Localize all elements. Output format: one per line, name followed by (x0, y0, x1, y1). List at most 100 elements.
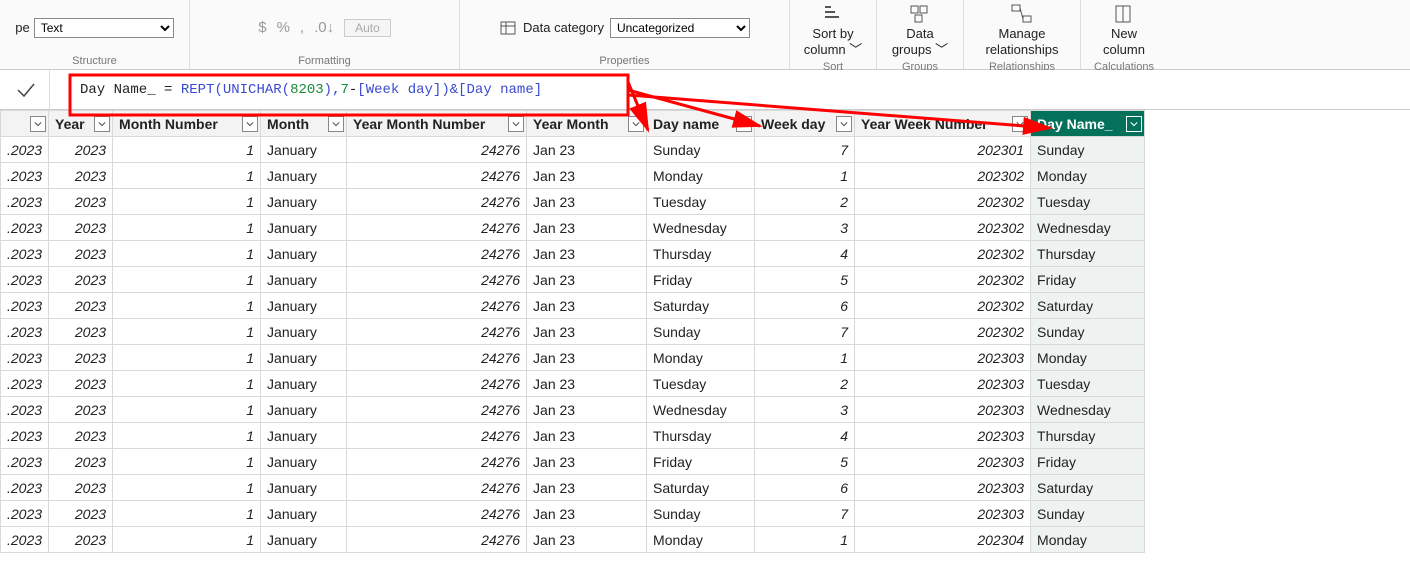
table-cell[interactable]: Jan 23 (527, 319, 647, 345)
table-cell[interactable]: 202303 (855, 475, 1031, 501)
table-cell[interactable]: 202303 (855, 345, 1031, 371)
table-cell[interactable]: Friday (1031, 449, 1145, 475)
table-cell[interactable]: 202302 (855, 267, 1031, 293)
table-cell[interactable]: 202302 (855, 293, 1031, 319)
table-cell[interactable]: January (261, 501, 347, 527)
table-cell[interactable]: 2023 (49, 163, 113, 189)
table-cell[interactable]: 1 (113, 501, 261, 527)
table-cell[interactable]: Jan 23 (527, 215, 647, 241)
table-cell[interactable]: 202304 (855, 527, 1031, 553)
table-cell[interactable]: Wednesday (647, 397, 755, 423)
table-cell[interactable]: 24276 (347, 293, 527, 319)
table-cell[interactable]: January (261, 423, 347, 449)
table-cell[interactable]: 2023 (49, 241, 113, 267)
table-cell[interactable]: January (261, 267, 347, 293)
table-cell[interactable]: January (261, 475, 347, 501)
filter-dropdown-button[interactable] (1126, 116, 1142, 132)
table-cell[interactable]: Sunday (647, 137, 755, 163)
filter-dropdown-button[interactable] (94, 116, 110, 132)
table-cell[interactable]: 202303 (855, 397, 1031, 423)
table-cell[interactable]: 1 (113, 449, 261, 475)
table-cell[interactable]: Monday (647, 345, 755, 371)
table-cell[interactable]: .2023 (1, 241, 49, 267)
commit-formula-button[interactable] (2, 70, 50, 109)
table-cell[interactable]: 202302 (855, 215, 1031, 241)
table-cell[interactable]: Thursday (647, 423, 755, 449)
table-cell[interactable]: 3 (755, 397, 855, 423)
table-cell[interactable]: Jan 23 (527, 423, 647, 449)
table-cell[interactable]: Monday (1031, 527, 1145, 553)
table-cell[interactable]: 24276 (347, 501, 527, 527)
filter-dropdown-button[interactable] (736, 116, 752, 132)
percent-icon[interactable]: % (277, 19, 290, 36)
table-row[interactable]: .202320231January24276Jan 23Saturday6202… (1, 475, 1145, 501)
table-cell[interactable]: Tuesday (1031, 371, 1145, 397)
table-cell[interactable]: 24276 (347, 189, 527, 215)
manage-relationships-button[interactable]: Managerelationships (972, 2, 1072, 59)
table-cell[interactable]: .2023 (1, 293, 49, 319)
table-cell[interactable]: .2023 (1, 501, 49, 527)
table-cell[interactable]: Saturday (647, 293, 755, 319)
table-cell[interactable]: 202303 (855, 423, 1031, 449)
table-cell[interactable]: Jan 23 (527, 189, 647, 215)
data-category-select[interactable]: Uncategorized (610, 18, 750, 38)
table-cell[interactable]: Tuesday (647, 371, 755, 397)
table-cell[interactable]: January (261, 319, 347, 345)
table-cell[interactable]: Sunday (647, 501, 755, 527)
table-cell[interactable]: Tuesday (647, 189, 755, 215)
table-cell[interactable]: .2023 (1, 215, 49, 241)
table-cell[interactable]: 6 (755, 293, 855, 319)
table-cell[interactable]: Monday (1031, 345, 1145, 371)
table-cell[interactable]: .2023 (1, 163, 49, 189)
table-cell[interactable]: 1 (113, 189, 261, 215)
table-cell[interactable]: 202303 (855, 371, 1031, 397)
table-cell[interactable]: 24276 (347, 215, 527, 241)
table-row[interactable]: .202320231January24276Jan 23Sunday720230… (1, 501, 1145, 527)
table-cell[interactable]: Wednesday (1031, 215, 1145, 241)
table-cell[interactable]: Thursday (1031, 241, 1145, 267)
filter-dropdown-button[interactable] (30, 116, 46, 132)
filter-dropdown-button[interactable] (836, 116, 852, 132)
table-cell[interactable]: 202303 (855, 449, 1031, 475)
table-cell[interactable]: 24276 (347, 345, 527, 371)
table-cell[interactable]: 24276 (347, 527, 527, 553)
sort-by-column-button[interactable]: Sort bycolumn ﹀ (798, 2, 868, 59)
table-cell[interactable]: 2023 (49, 501, 113, 527)
table-cell[interactable]: Sunday (1031, 501, 1145, 527)
table-cell[interactable]: .2023 (1, 449, 49, 475)
table-cell[interactable]: 24276 (347, 163, 527, 189)
table-cell[interactable]: .2023 (1, 371, 49, 397)
table-row[interactable]: .202320231January24276Jan 23Friday520230… (1, 267, 1145, 293)
table-row[interactable]: .202320231January24276Jan 23Thursday4202… (1, 423, 1145, 449)
table-cell[interactable]: 202302 (855, 241, 1031, 267)
table-cell[interactable]: 6 (755, 475, 855, 501)
table-cell[interactable]: .2023 (1, 527, 49, 553)
table-cell[interactable]: .2023 (1, 319, 49, 345)
table-cell[interactable]: 1 (113, 163, 261, 189)
table-cell[interactable]: 1 (113, 215, 261, 241)
table-row[interactable]: .202320231January24276Jan 23Wednesday320… (1, 397, 1145, 423)
table-cell[interactable]: Jan 23 (527, 163, 647, 189)
table-cell[interactable]: .2023 (1, 397, 49, 423)
column-header[interactable]: Day Name_ (1031, 111, 1145, 137)
table-cell[interactable]: Friday (647, 449, 755, 475)
table-cell[interactable]: Wednesday (1031, 397, 1145, 423)
table-cell[interactable]: January (261, 137, 347, 163)
table-cell[interactable]: 2023 (49, 293, 113, 319)
table-cell[interactable]: .2023 (1, 137, 49, 163)
table-row[interactable]: .202320231January24276Jan 23Sunday720230… (1, 319, 1145, 345)
table-cell[interactable]: 2023 (49, 189, 113, 215)
table-cell[interactable]: 7 (755, 501, 855, 527)
table-cell[interactable]: 1 (113, 475, 261, 501)
table-cell[interactable]: Saturday (647, 475, 755, 501)
table-cell[interactable]: 24276 (347, 241, 527, 267)
table-cell[interactable]: .2023 (1, 423, 49, 449)
table-cell[interactable]: 1 (113, 423, 261, 449)
column-header[interactable]: Day name (647, 111, 755, 137)
table-cell[interactable]: Sunday (1031, 137, 1145, 163)
auto-decimals-box[interactable]: Auto (344, 19, 391, 37)
thousands-icon[interactable]: , (300, 19, 304, 36)
table-cell[interactable]: 202302 (855, 163, 1031, 189)
table-cell[interactable]: 2023 (49, 449, 113, 475)
table-cell[interactable]: Jan 23 (527, 137, 647, 163)
